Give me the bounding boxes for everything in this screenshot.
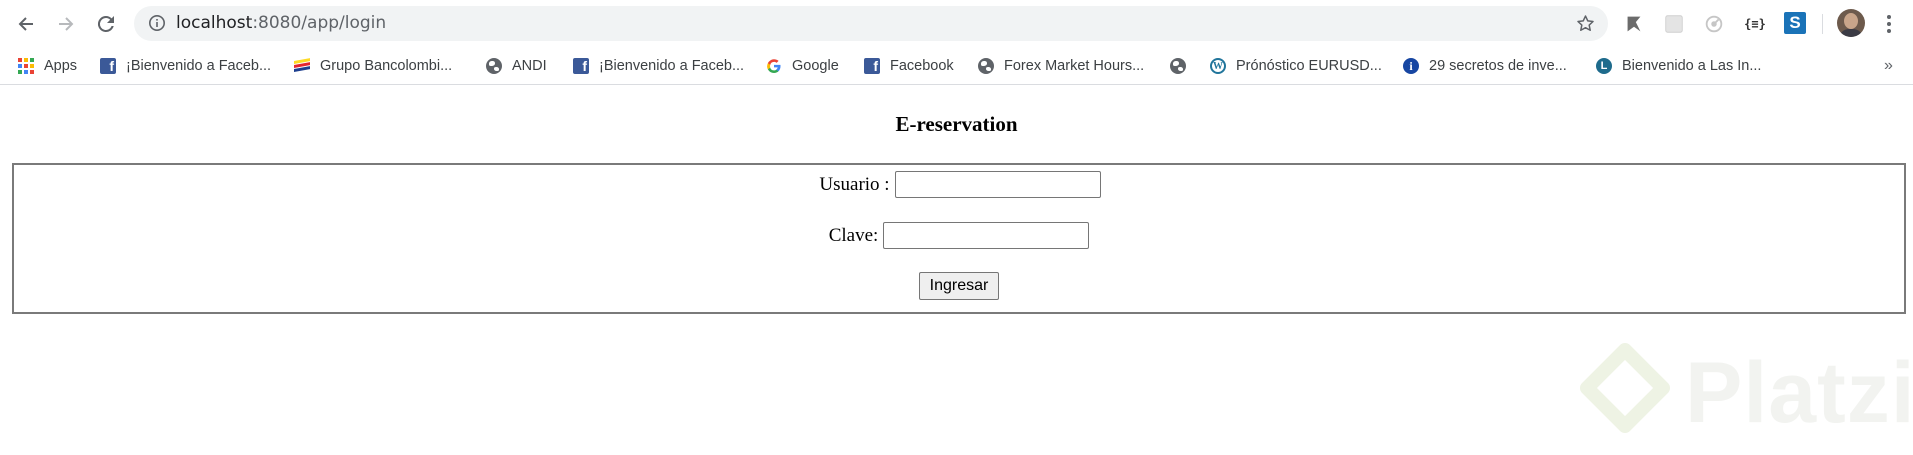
page-title: E-reservation [895, 112, 1018, 136]
reload-icon[interactable] [92, 10, 120, 38]
forward-arrow-icon[interactable] [52, 10, 80, 38]
bookmark-label: Google [792, 58, 839, 74]
globe-icon [486, 58, 502, 74]
password-input[interactable] [883, 222, 1090, 249]
bookmark-label: Grupo Bancolombi... [320, 58, 453, 74]
facebook-icon: f [573, 58, 589, 74]
platzi-watermark: Platzi [1575, 342, 1913, 442]
bookmark-globe-unnamed[interactable] [1170, 54, 1186, 78]
bookmark-label: ¡Bienvenido a Faceb... [599, 58, 745, 74]
bookmark-label: Bienvenido a Las In... [1622, 58, 1762, 74]
bookmark-label: Forex Market Hours... [1004, 58, 1145, 74]
bookmark-pronostico[interactable]: W Prónóstico EURUSD... [1210, 54, 1382, 78]
bookmarks-overflow-chevron-icon[interactable]: » [1884, 57, 1893, 75]
username-label: Usuario : [819, 173, 890, 195]
bookmark-label: Prónóstico EURUSD... [1236, 58, 1382, 74]
avatar-face [1844, 13, 1858, 29]
bookmark-facebook-1[interactable]: f ¡Bienvenido a Faceb... [100, 54, 271, 78]
json-viewer-extension-icon[interactable]: {≡} [1743, 12, 1767, 36]
bookmarks-bar: Apps f ¡Bienvenido a Faceb... Grupo Banc… [0, 47, 1913, 85]
browser-toolbar: localhost:8080/app/login {≡} S [0, 0, 1913, 47]
bookmark-facebook-2[interactable]: f ¡Bienvenido a Faceb... [573, 54, 744, 78]
watermark-text: Platzi [1685, 345, 1913, 441]
facebook-icon: f [100, 58, 116, 74]
facebook-icon: f [864, 58, 880, 74]
bookmark-29-secretos[interactable]: i 29 secretos de inve... [1403, 54, 1567, 78]
bookmark-label: ANDI [512, 58, 547, 74]
platzi-logo-icon [1580, 343, 1670, 433]
kebab-menu-icon[interactable] [1880, 12, 1898, 36]
bookmark-google[interactable]: Google [766, 54, 839, 78]
url-path: :8080/app/login [252, 13, 387, 33]
toolbar-separator [1822, 14, 1823, 34]
login-submit-button[interactable]: Ingresar [918, 272, 1000, 300]
username-row: Usuario : [14, 171, 1904, 198]
s-extension-icon[interactable]: S [1784, 12, 1806, 34]
grey-square-extension-icon[interactable] [1662, 12, 1686, 36]
login-form: Usuario : Clave: Ingresar [12, 163, 1906, 314]
dial-extension-icon[interactable] [1702, 12, 1726, 36]
apps-grid-icon [18, 58, 34, 74]
address-bar[interactable]: localhost:8080/app/login [134, 6, 1608, 41]
username-input[interactable] [894, 171, 1101, 198]
bookmark-facebook-3[interactable]: f Facebook [864, 54, 954, 78]
bookmark-bienvenido-las[interactable]: L Bienvenido a Las In... [1596, 54, 1761, 78]
globe-icon [978, 58, 994, 74]
password-label: Clave: [828, 224, 879, 246]
info-icon: i [1403, 58, 1419, 74]
bookmark-forex[interactable]: Forex Market Hours... [978, 54, 1144, 78]
bookmark-bancolombia[interactable]: Grupo Bancolombi... [294, 54, 452, 78]
password-row: Clave: [14, 222, 1904, 249]
google-icon [767, 59, 781, 73]
bookmark-label: 29 secretos de inve... [1429, 58, 1567, 74]
l-letter-icon: L [1596, 58, 1612, 74]
back-arrow-icon[interactable] [12, 10, 40, 38]
star-icon[interactable] [1575, 13, 1596, 34]
profile-avatar[interactable] [1837, 9, 1865, 37]
url-text[interactable]: localhost:8080/app/login [176, 14, 386, 33]
bookmark-apps[interactable]: Apps [18, 54, 77, 78]
bookmark-andi[interactable]: ANDI [486, 54, 547, 78]
submit-row: Ingresar [14, 272, 1904, 300]
flag-extension-icon[interactable] [1622, 12, 1646, 36]
info-icon[interactable] [148, 14, 166, 32]
wordpress-icon: W [1210, 58, 1226, 74]
globe-icon [1170, 58, 1186, 74]
bancolombia-icon [294, 58, 310, 72]
bookmark-label: Facebook [890, 58, 954, 74]
url-host: localhost [176, 13, 253, 33]
bookmark-label: Apps [44, 58, 78, 74]
bookmark-label: ¡Bienvenido a Faceb... [126, 58, 272, 74]
avatar-shirt [1839, 29, 1863, 37]
